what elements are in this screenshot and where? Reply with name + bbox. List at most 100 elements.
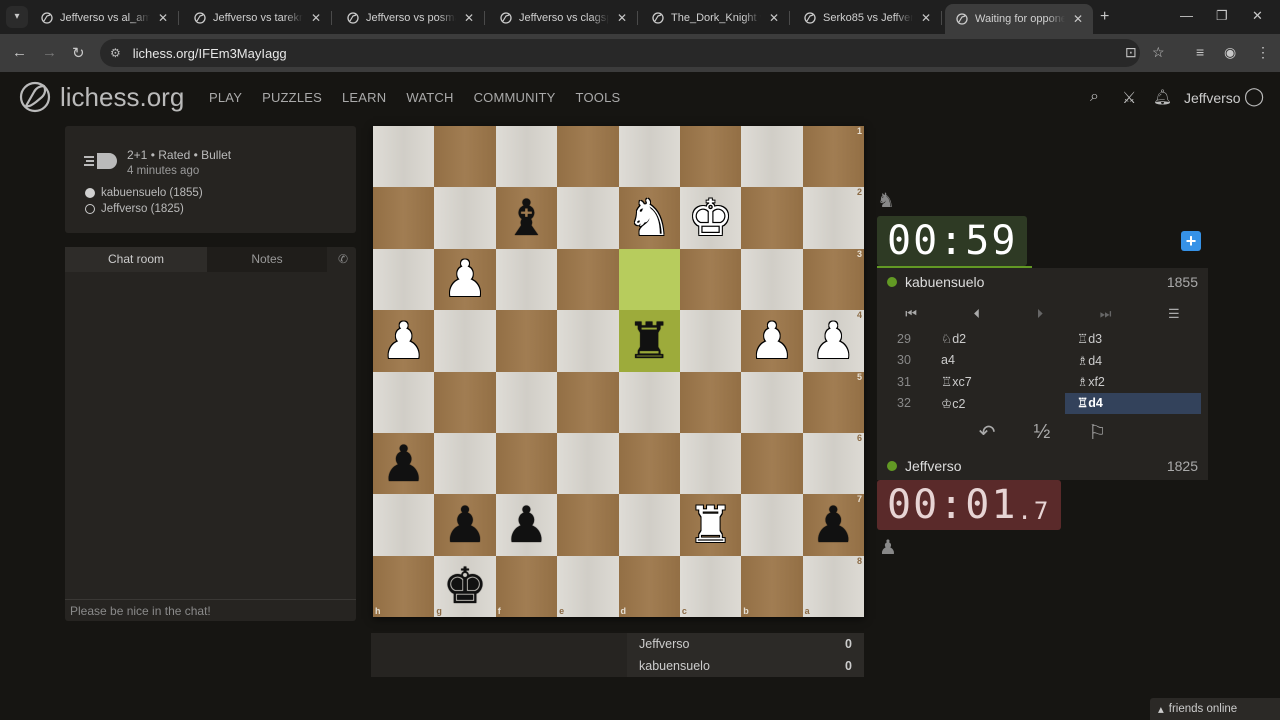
board-square[interactable] xyxy=(373,126,435,188)
chess-piece[interactable]: ♚ xyxy=(443,561,488,611)
board-square[interactable]: ♚ xyxy=(679,187,742,249)
board-square[interactable]: ♟ xyxy=(434,494,496,556)
site-info-icon[interactable]: ⚙ xyxy=(110,46,121,60)
chess-piece[interactable]: ♞ xyxy=(627,193,672,243)
add-time-button[interactable]: + xyxy=(1181,231,1201,251)
board-square[interactable]: ♝ xyxy=(495,187,558,249)
board-square[interactable] xyxy=(741,494,803,556)
board-square[interactable]: ♟ xyxy=(741,310,803,372)
chess-piece[interactable]: ♜ xyxy=(627,316,672,366)
board-square[interactable]: d xyxy=(618,555,680,617)
board-square[interactable]: ♟ 7 xyxy=(802,494,864,556)
board-square[interactable] xyxy=(741,432,803,495)
back-icon[interactable]: ← xyxy=(12,44,27,61)
opponent-player[interactable]: kabuensuelo 1855 xyxy=(877,268,1208,296)
board-square[interactable] xyxy=(741,126,803,188)
prev-move-icon[interactable]: ⏴ xyxy=(974,306,981,322)
chess-piece[interactable]: ♟ xyxy=(504,500,549,550)
board-square[interactable]: ♞ xyxy=(618,187,680,249)
board-square[interactable] xyxy=(495,126,558,188)
first-move-icon[interactable]: ⏮ xyxy=(905,306,917,322)
browser-tab[interactable]: Jeffverso vs tarekmol ✕ xyxy=(183,4,332,32)
chess-piece[interactable]: ♟ xyxy=(811,500,856,550)
board-square[interactable]: 2 xyxy=(802,187,864,249)
chess-piece[interactable]: ♟ xyxy=(381,439,426,489)
new-tab-button[interactable]: + xyxy=(1100,8,1109,26)
crosstable-row[interactable]: kabuensuelo 0 xyxy=(627,655,864,677)
tab-chat-room[interactable]: Chat room xyxy=(65,247,207,272)
browser-tab[interactable]: Waiting for opponent ✕ xyxy=(945,4,1093,34)
board-square[interactable]: c xyxy=(679,555,742,617)
chess-board[interactable]: 1 ♝ ♞ ♚ 2 ♟ 3 ♟ ♜ ♟ ♟ 4 5 ♟ 6 ♟ ♟ ♜ ♟ 7 h ♚ g f e d c b 8 a xyxy=(373,126,864,617)
crosstable-row[interactable]: Jeffverso 0 xyxy=(627,633,864,655)
white-move[interactable]: ♖xc7 xyxy=(929,374,1065,389)
offer-draw-button[interactable]: ½ xyxy=(1034,421,1051,444)
board-square[interactable]: b xyxy=(741,555,803,617)
board-square[interactable] xyxy=(557,310,619,372)
board-square[interactable] xyxy=(679,432,742,495)
board-square[interactable]: 5 xyxy=(802,371,864,433)
board-square[interactable] xyxy=(741,187,803,249)
close-tab-icon[interactable]: ✕ xyxy=(919,11,933,25)
board-square[interactable] xyxy=(495,248,558,311)
board-square[interactable] xyxy=(495,432,558,495)
black-move[interactable]: ♗xf2 xyxy=(1065,374,1201,389)
board-square[interactable]: ♜ xyxy=(618,310,680,372)
maximize-button[interactable]: ❐ xyxy=(1216,8,1228,24)
board-square[interactable]: 8a xyxy=(802,555,864,617)
notifications-bell-icon[interactable]: 🔔︎ xyxy=(1153,88,1172,106)
board-square[interactable] xyxy=(679,126,742,188)
black-move[interactable]: ♗d4 xyxy=(1065,353,1201,368)
nav-item-tools[interactable]: TOOLS xyxy=(576,90,621,105)
last-move-icon[interactable]: ⏭ xyxy=(1100,306,1112,322)
takeback-icon[interactable]: ↶ xyxy=(979,420,996,445)
close-tab-icon[interactable]: ✕ xyxy=(1071,12,1085,26)
black-player-entry[interactable]: Jeffverso (1825) xyxy=(85,203,184,215)
board-square[interactable] xyxy=(679,310,742,372)
board-square[interactable] xyxy=(679,248,742,311)
board-square[interactable] xyxy=(373,187,435,249)
board-square[interactable]: ♜ xyxy=(679,494,742,556)
board-square[interactable] xyxy=(434,187,496,249)
nav-item-community[interactable]: COMMUNITY xyxy=(474,90,556,105)
chess-piece[interactable]: ♟ xyxy=(750,316,795,366)
browser-tab[interactable]: Jeffverso vs posman0 ✕ xyxy=(336,4,485,32)
board-square[interactable]: ♟ xyxy=(434,248,496,311)
board-square[interactable] xyxy=(434,310,496,372)
url-field[interactable]: ⚙ lichess.org/IFEm3MayIagg xyxy=(100,39,1140,67)
install-app-icon[interactable]: ⊡ xyxy=(1125,44,1137,61)
chat-input[interactable]: Please be nice in the chat! xyxy=(65,599,356,621)
board-square[interactable] xyxy=(557,187,619,249)
board-square[interactable]: e xyxy=(557,555,619,617)
board-square[interactable] xyxy=(618,248,680,311)
swords-icon[interactable]: ⚔ xyxy=(1122,88,1136,108)
board-square[interactable] xyxy=(495,371,558,433)
white-move[interactable]: ♔c2 xyxy=(929,396,1065,411)
bookmark-star-icon[interactable]: ☆ xyxy=(1152,44,1165,61)
chess-piece[interactable]: ♚ xyxy=(688,193,733,243)
tab-search-button[interactable]: ▾ xyxy=(6,6,28,28)
self-player[interactable]: Jeffverso 1825 xyxy=(877,452,1208,480)
nav-item-play[interactable]: PLAY xyxy=(209,90,242,105)
browser-menu-icon[interactable]: ⋮ xyxy=(1256,44,1270,61)
profile-icon[interactable]: ◉ xyxy=(1224,44,1236,61)
board-square[interactable] xyxy=(557,371,619,433)
board-square[interactable]: 1 xyxy=(802,126,864,188)
board-square[interactable]: ♟ xyxy=(495,494,558,556)
board-square[interactable] xyxy=(373,494,435,556)
browser-tab[interactable]: Jeffverso vs al_amri74 ✕ xyxy=(30,4,179,32)
nav-item-learn[interactable]: LEARN xyxy=(342,90,386,105)
chess-piece[interactable]: ♝ xyxy=(504,193,549,243)
board-square[interactable] xyxy=(434,432,496,495)
chess-piece[interactable]: ♜ xyxy=(688,500,733,550)
board-square[interactable]: 3 xyxy=(802,248,864,311)
nav-item-watch[interactable]: WATCH xyxy=(406,90,453,105)
browser-tab[interactable]: Jeffverso vs clagspuz ✕ xyxy=(489,4,638,32)
board-square[interactable] xyxy=(618,494,680,556)
resign-flag-icon[interactable]: ⚐ xyxy=(1088,420,1106,445)
board-square[interactable]: ♟ 4 xyxy=(802,310,864,372)
chess-piece[interactable]: ♟ xyxy=(443,254,488,304)
nav-item-puzzles[interactable]: PUZZLES xyxy=(262,90,322,105)
board-square[interactable] xyxy=(373,248,435,311)
close-tab-icon[interactable]: ✕ xyxy=(615,11,629,25)
